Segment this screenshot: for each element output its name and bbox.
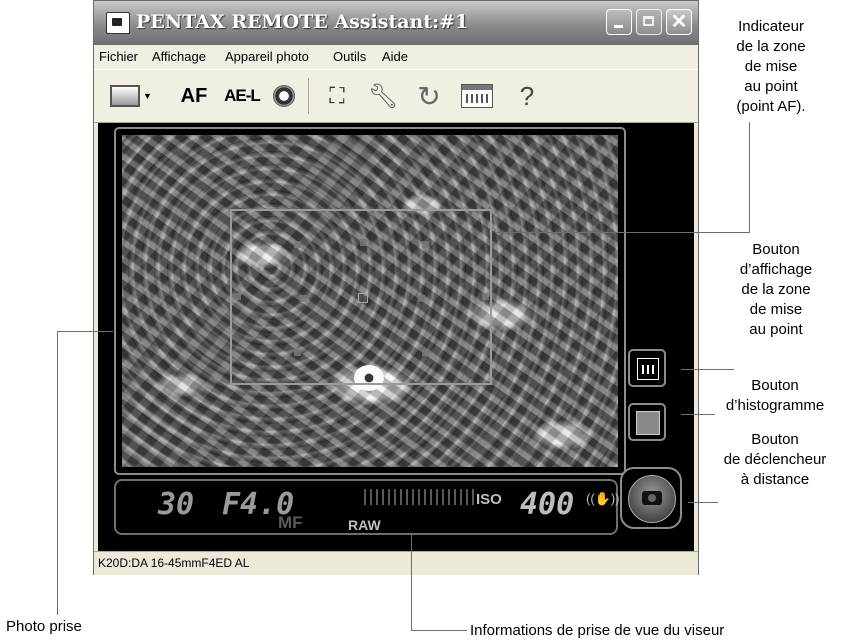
callout-viewfinder-info: Informations de prise de vue du viseur <box>470 622 725 639</box>
app-window: PENTAX REMOTE Assistant:#1 ✕ Fichier Aff… <box>93 0 699 575</box>
menu-bar: Fichier Affichage Appareil photo Outils … <box>94 45 698 69</box>
close-button[interactable]: ✕ <box>666 9 692 35</box>
af-point <box>234 293 241 300</box>
af-point <box>360 239 367 246</box>
leader-line <box>749 122 750 232</box>
af-point <box>300 295 307 302</box>
af-point-center <box>358 293 368 303</box>
dropdown-arrow-icon: ▼ <box>143 91 152 101</box>
shutter-speed-value: 30 <box>158 487 195 522</box>
callout-line: d’histogramme <box>725 397 825 414</box>
shake-reduction-icon: ((✋)) <box>586 491 620 506</box>
af-point <box>294 349 301 356</box>
callout-histogram-button: Bouton d’histogramme <box>706 376 844 416</box>
help-icon: ? <box>519 80 535 111</box>
menu-affichage[interactable]: Affichage <box>152 49 206 64</box>
callout-line: Indicateur <box>738 18 804 35</box>
menu-aide[interactable]: Aide <box>382 49 408 64</box>
viewfinder-info-bar: 30 F4.0 MF RAW ISO 400 ((✋)) <box>114 479 620 535</box>
leader-line <box>681 414 715 415</box>
callout-line: au point <box>749 321 803 338</box>
callout-line: à distance <box>740 471 810 488</box>
af-point <box>422 349 429 356</box>
refresh-button[interactable]: ↻ <box>412 80 446 112</box>
leader-line <box>57 331 113 332</box>
af-point <box>482 293 489 300</box>
camera-icon <box>642 491 662 505</box>
iso-label: ISO <box>476 491 502 508</box>
status-bar: K20D:DA 16-45mmF4ED AL <box>94 551 698 575</box>
aperture-ring-icon <box>273 85 295 107</box>
ae-lock-button[interactable]: AE-L <box>222 80 262 112</box>
refresh-icon: ↻ <box>417 80 441 112</box>
frame-select-button[interactable]: ▼ <box>108 80 154 112</box>
callout-line: de déclencheur <box>723 451 827 468</box>
af-area-display-button[interactable] <box>628 349 666 387</box>
exposure-scale <box>364 489 474 505</box>
viewer-panel: 30 F4.0 MF RAW ISO 400 ((✋)) <box>98 123 694 551</box>
camera-link-icon: ⛶ <box>329 83 345 108</box>
callout-line: de la zone <box>736 38 806 55</box>
menu-fichier[interactable]: Fichier <box>99 49 138 64</box>
callout-line: Bouton <box>751 431 799 448</box>
callout-af-point-indicator: Indicateur de la zone de mise au point (… <box>716 17 826 117</box>
callout-line: d’affichage <box>739 261 813 278</box>
callout-captured-photo: Photo prise <box>6 618 82 635</box>
camera-app-icon <box>106 12 130 34</box>
maximize-button[interactable] <box>636 9 662 35</box>
histogram-button[interactable] <box>628 403 666 441</box>
menu-appareil-photo[interactable]: Appareil photo <box>225 49 309 64</box>
wrench-icon: 🔧︎ <box>367 82 399 110</box>
calendar-icon <box>461 84 493 108</box>
callout-line: Bouton <box>752 241 800 258</box>
raw-indicator: RAW <box>348 517 381 533</box>
leader-line <box>688 502 718 503</box>
af-button[interactable]: AF <box>174 80 214 112</box>
mf-indicator: MF <box>278 513 303 532</box>
callout-line: de mise <box>744 58 798 75</box>
help-button[interactable]: ? <box>510 80 544 112</box>
settings-button[interactable]: 🔧︎ <box>366 80 400 112</box>
close-icon: ✕ <box>670 11 688 33</box>
callout-remote-shutter-button: Bouton de déclencheur à distance <box>710 430 840 490</box>
leader-line <box>681 369 734 370</box>
window-title: PENTAX REMOTE Assistant:#1 <box>136 11 469 33</box>
aperture-button[interactable] <box>266 80 302 112</box>
leader-line <box>411 630 467 631</box>
callout-line: (point AF). <box>736 98 806 115</box>
camera-link-button[interactable]: ⛶ <box>320 80 354 112</box>
af-point <box>422 241 429 248</box>
calendar-button[interactable] <box>458 80 496 112</box>
frame-select-icon <box>110 85 141 107</box>
callout-af-display-button: Bouton d’affichage de la zone de mise au… <box>716 240 836 340</box>
remote-shutter-button[interactable] <box>620 467 682 529</box>
status-text: K20D:DA 16-45mmF4ED AL <box>98 556 250 570</box>
callout-line: au point <box>744 78 798 95</box>
iso-value: 400 <box>520 487 575 522</box>
callout-line: Bouton <box>751 377 799 394</box>
af-point <box>294 241 301 248</box>
leader-line <box>495 232 750 233</box>
title-bar[interactable]: PENTAX REMOTE Assistant:#1 ✕ <box>94 1 698 45</box>
minimize-button[interactable] <box>606 9 632 35</box>
leader-line <box>57 331 58 615</box>
callout-line: de mise <box>749 301 803 318</box>
af-point <box>418 295 425 302</box>
toolbar: ▼ AF AE-L ⛶ 🔧︎ ↻ ? <box>94 69 698 123</box>
menu-outils[interactable]: Outils <box>333 49 366 64</box>
leader-line <box>411 535 412 630</box>
toolbar-separator <box>308 78 309 114</box>
callout-line: de la zone <box>741 281 811 298</box>
